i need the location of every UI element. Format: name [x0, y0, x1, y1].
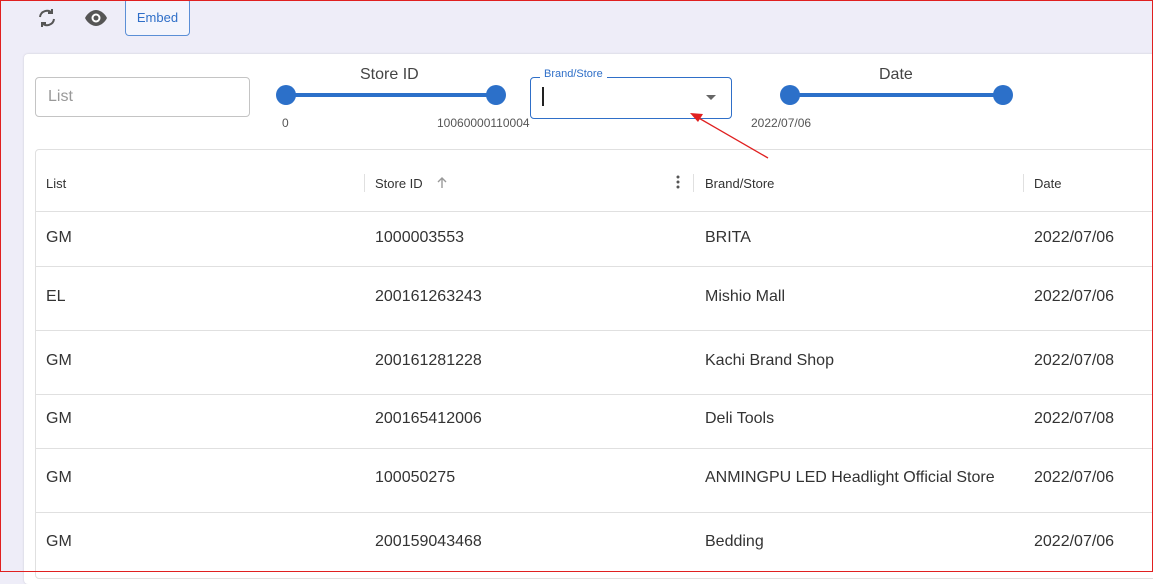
- cell-date: 2022/07/08: [1034, 410, 1115, 427]
- store-id-min-value: 0: [282, 116, 289, 130]
- store-id-slider-max-handle[interactable]: [486, 85, 506, 105]
- row-divider: [36, 512, 1153, 513]
- column-header-list[interactable]: List: [46, 176, 66, 191]
- cell-list: GM: [46, 352, 72, 369]
- store-id-max-value: 10060000110004: [437, 116, 530, 130]
- refresh-icon[interactable]: [35, 6, 59, 30]
- cell-date: 2022/07/06: [1034, 469, 1115, 486]
- cell-list: GM: [46, 469, 72, 486]
- cell-date: 2022/07/06: [1034, 533, 1115, 550]
- date-slider-track[interactable]: [790, 93, 1003, 97]
- row-divider: [36, 448, 1153, 449]
- cell-brand-store: Mishio Mall: [705, 288, 786, 305]
- column-separator[interactable]: [1023, 174, 1024, 192]
- cell-store-id: 200161281228: [375, 352, 482, 369]
- data-table: [35, 149, 1153, 579]
- cell-list: GM: [46, 410, 72, 427]
- more-vertical-icon[interactable]: [676, 174, 680, 190]
- arrow-up-icon[interactable]: [435, 176, 449, 190]
- store-id-slider-title: Store ID: [360, 66, 419, 83]
- store-id-slider-min-handle[interactable]: [276, 85, 296, 105]
- row-divider: [36, 330, 1153, 331]
- date-slider-max-handle[interactable]: [993, 85, 1013, 105]
- dropdown-arrow-icon[interactable]: [706, 95, 716, 100]
- cell-store-id: 200165412006: [375, 410, 482, 427]
- column-header-brand-store[interactable]: Brand/Store: [705, 176, 774, 191]
- cell-date: 2022/07/06: [1034, 229, 1115, 246]
- brand-store-label: Brand/Store: [540, 68, 607, 80]
- brand-store-select[interactable]: [530, 77, 732, 119]
- cell-brand-store: Kachi Brand Shop: [705, 352, 834, 369]
- cell-date: 2022/07/08: [1034, 352, 1115, 369]
- cell-list: GM: [46, 533, 72, 550]
- text-cursor: [542, 87, 544, 106]
- date-slider-min-handle[interactable]: [780, 85, 800, 105]
- list-filter-input[interactable]: List: [35, 77, 250, 117]
- cell-store-id: 1000003553: [375, 229, 464, 246]
- cell-brand-store: ANMINGPU LED Headlight Official Store: [705, 469, 995, 486]
- eye-icon[interactable]: [84, 6, 108, 30]
- date-slider-title: Date: [879, 66, 913, 83]
- cell-store-id: 200161263243: [375, 288, 482, 305]
- row-divider: [36, 394, 1153, 395]
- row-divider: [36, 266, 1153, 267]
- column-header-store-id[interactable]: Store ID: [375, 176, 423, 191]
- cell-brand-store: BRITA: [705, 229, 751, 246]
- date-min-value: 2022/07/06: [751, 116, 812, 130]
- cell-store-id: 100050275: [375, 469, 456, 486]
- cell-date: 2022/07/06: [1034, 288, 1115, 305]
- cell-list: GM: [46, 229, 72, 246]
- cell-list: EL: [46, 288, 66, 305]
- cell-store-id: 200159043468: [375, 533, 482, 550]
- column-separator[interactable]: [693, 174, 694, 192]
- cell-brand-store: Bedding: [705, 533, 764, 550]
- embed-button[interactable]: Embed: [125, 0, 190, 36]
- store-id-slider-track[interactable]: [286, 93, 496, 97]
- header-divider: [36, 211, 1153, 212]
- column-separator[interactable]: [364, 174, 365, 192]
- column-header-date[interactable]: Date: [1034, 176, 1061, 191]
- cell-brand-store: Deli Tools: [705, 410, 775, 427]
